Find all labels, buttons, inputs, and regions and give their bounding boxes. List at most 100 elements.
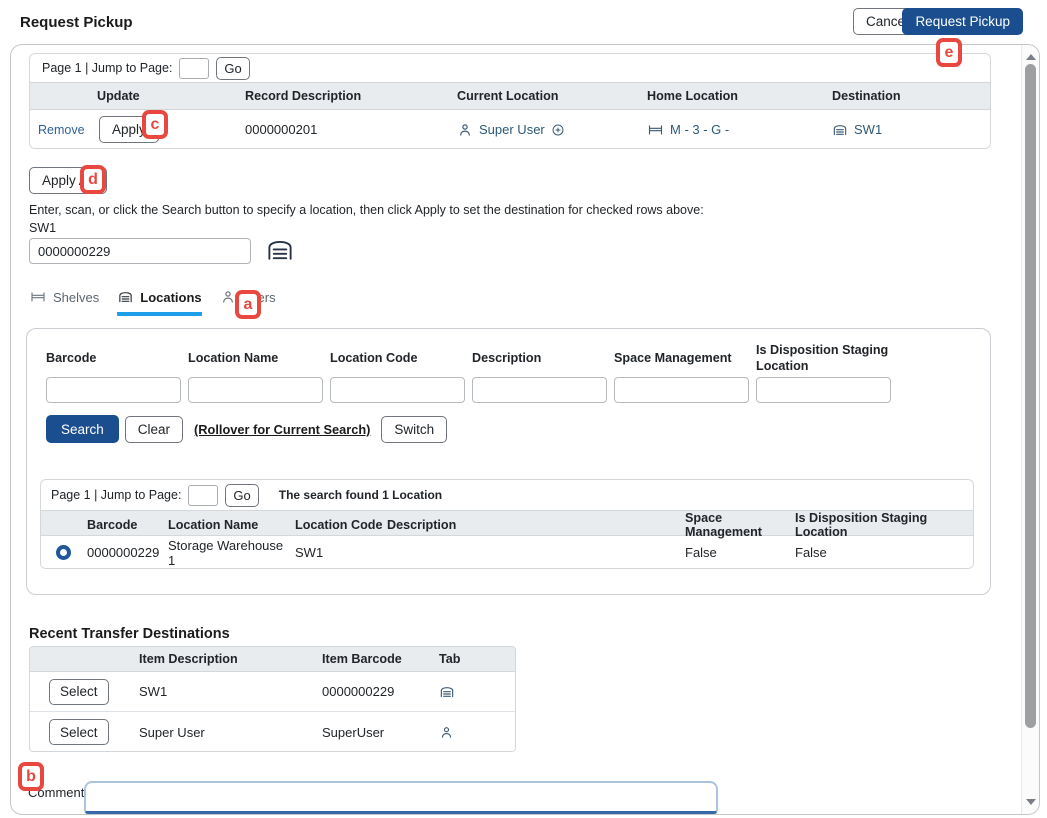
annotation-marker-e: e [936, 38, 962, 67]
top-bar: Request Pickup Cancel Request Pickup [0, 0, 1047, 44]
results-page-label: Page 1 | Jump to Page: [51, 488, 181, 502]
barcode-field-label: Barcode [46, 341, 181, 377]
annotation-marker-c: c [142, 110, 168, 139]
user-icon [457, 122, 473, 138]
results-table-row: 0000000229 Storage Warehouse 1 SW1 False… [41, 536, 973, 569]
transfer-item-barcode: 0000000229 [320, 684, 437, 699]
scroll-up-icon[interactable] [1022, 50, 1040, 64]
shelf-icon [29, 289, 47, 305]
vertical-scrollbar[interactable] [1021, 45, 1039, 814]
location-code-field[interactable] [330, 377, 465, 403]
pickup-go-button[interactable]: Go [216, 57, 249, 80]
pickup-pagination: Page 1 | Jump to Page: Go [30, 54, 990, 82]
destination-barcode-input[interactable] [29, 238, 251, 264]
current-location-value[interactable]: Super User [455, 122, 645, 138]
col-location-name: Location Name [166, 518, 293, 532]
pickup-page-label: Page 1 | Jump to Page: [42, 61, 172, 75]
transfer-item-description: Super User [137, 725, 320, 740]
results-jump-input[interactable] [188, 485, 218, 506]
search-buttons: Search Clear (Rollover for Current Searc… [46, 415, 447, 443]
col-space-management: Space Management [683, 511, 793, 539]
warehouse-icon [832, 122, 848, 138]
col-current-location: Current Location [455, 89, 645, 103]
result-is-disposition: False [793, 545, 973, 560]
is-disposition-field[interactable] [756, 377, 891, 403]
col-is-disposition: Is Disposition Staging Location [793, 511, 973, 539]
rollover-current-search-link[interactable]: (Rollover for Current Search) [194, 422, 370, 437]
col-item-description: Item Description [137, 652, 320, 666]
recent-transfers-table: Item Description Item Barcode Tab Select… [29, 646, 516, 752]
col-description: Description [385, 518, 683, 532]
result-barcode: 0000000229 [85, 545, 166, 560]
location-name-field[interactable] [188, 377, 323, 403]
request-pickup-button[interactable]: Request Pickup [902, 8, 1023, 35]
annotation-marker-b: b [18, 762, 44, 791]
col-home-location: Home Location [645, 89, 830, 103]
search-results-table: Page 1 | Jump to Page: Go The search fou… [40, 479, 974, 569]
pickup-jump-input[interactable] [179, 58, 209, 79]
select-button[interactable]: Select [49, 719, 109, 745]
switch-button[interactable]: Switch [381, 416, 447, 443]
col-tab: Tab [437, 652, 515, 666]
transfer-item-description: SW1 [137, 684, 320, 699]
scroll-down-icon[interactable] [1022, 795, 1040, 809]
recent-transfer-row: Select SW1 0000000229 [30, 672, 515, 712]
result-location-name: Storage Warehouse 1 [166, 538, 293, 568]
barcode-field[interactable] [46, 377, 181, 403]
recent-transfers-title: Recent Transfer Destinations [29, 626, 230, 642]
shelf-icon [647, 122, 664, 138]
result-radio-selected[interactable] [56, 545, 71, 560]
tab-locations[interactable]: Locations [117, 289, 201, 316]
col-barcode: Barcode [85, 518, 166, 532]
recent-transfers-header: Item Description Item Barcode Tab [30, 647, 515, 672]
description-field[interactable] [472, 377, 607, 403]
annotation-marker-d: d [80, 165, 106, 194]
scrollbar-thumb[interactable] [1025, 64, 1036, 728]
results-found-text: The search found 1 Location [279, 488, 442, 502]
remove-link[interactable]: Remove [30, 123, 95, 137]
space-management-field[interactable] [614, 377, 749, 403]
transfer-item-barcode: SuperUser [320, 725, 437, 740]
record-description-value: 0000000201 [243, 122, 455, 137]
clear-button[interactable]: Clear [125, 416, 183, 443]
result-location-code: SW1 [293, 545, 385, 560]
space-management-field-label: Space Management [614, 341, 749, 377]
results-pagination: Page 1 | Jump to Page: Go The search fou… [41, 480, 973, 510]
user-icon [220, 289, 236, 305]
recent-transfer-row: Select Super User SuperUser [30, 712, 515, 752]
warehouse-icon [117, 289, 134, 305]
warehouse-icon [265, 235, 295, 265]
pickup-table-header: Update Record Description Current Locati… [30, 82, 990, 110]
location-name-field-label: Location Name [188, 341, 323, 377]
col-update: Update [95, 89, 243, 103]
location-search-panel: Barcode Location Name Location Code Desc… [26, 328, 991, 595]
pickup-items-table: Page 1 | Jump to Page: Go Update Record … [29, 53, 991, 149]
user-icon [437, 725, 515, 740]
add-circle-icon[interactable] [551, 123, 565, 137]
results-go-button[interactable]: Go [225, 484, 258, 507]
search-fields: Barcode Location Name Location Code Desc… [46, 341, 891, 403]
destination-entry-label: SW1 [29, 221, 56, 235]
col-item-barcode: Item Barcode [320, 652, 437, 666]
main-panel: Page 1 | Jump to Page: Go Update Record … [10, 44, 1040, 815]
comments-textarea[interactable] [84, 781, 718, 814]
col-record-description: Record Description [243, 89, 455, 103]
warehouse-icon [437, 684, 515, 700]
select-button[interactable]: Select [49, 679, 109, 705]
col-location-code: Location Code [293, 518, 385, 532]
annotation-marker-a: a [235, 290, 261, 319]
result-space-management: False [683, 545, 793, 560]
tab-shelves[interactable]: Shelves [29, 289, 99, 316]
col-destination: Destination [830, 89, 990, 103]
request-pickup-page: Request Pickup Cancel Request Pickup Pag… [0, 0, 1047, 818]
location-code-field-label: Location Code [330, 341, 465, 377]
home-location-value: M - 3 - G - [645, 122, 830, 138]
pickup-table-row: Remove Apply 0000000201 Super User [30, 110, 990, 149]
description-field-label: Description [472, 341, 607, 377]
search-button[interactable]: Search [46, 415, 119, 443]
instruction-text: Enter, scan, or click the Search button … [29, 203, 704, 217]
results-table-header: Barcode Location Name Location Code Desc… [41, 510, 973, 536]
is-disposition-field-label: Is Disposition Staging Location [756, 341, 891, 377]
destination-value: SW1 [830, 122, 990, 138]
page-title: Request Pickup [20, 0, 133, 44]
